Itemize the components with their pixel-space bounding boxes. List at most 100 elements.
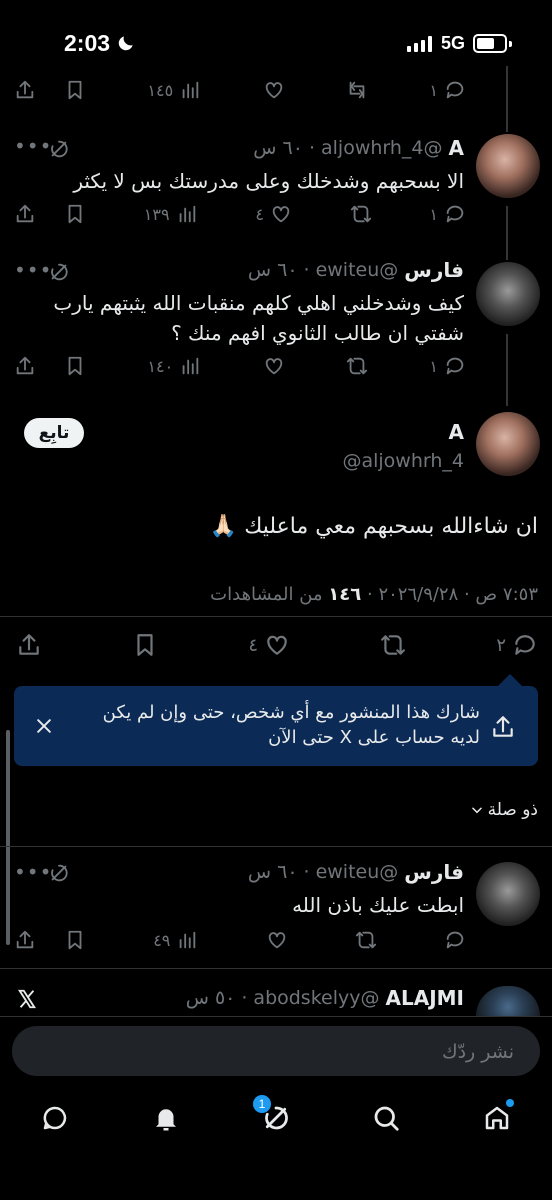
tweet-time[interactable]: ٦٠ س [248, 259, 298, 281]
views-button[interactable]: ١٤٥ [147, 79, 201, 101]
views-icon [179, 205, 195, 223]
views-count: ١٣٩ [143, 204, 170, 224]
reply-input[interactable] [52, 1026, 516, 1078]
reply-sort-dropdown[interactable]: ذو صلة [470, 800, 538, 820]
reply-count: ١ [429, 80, 438, 100]
avatar[interactable] [476, 412, 540, 476]
views-button[interactable]: ١٤٠ [147, 355, 201, 377]
author-handle[interactable]: @ewiteu [316, 259, 399, 281]
toast-text: شارك هذا المنشور مع أي شخص، حتى وإن لم ي… [102, 702, 480, 748]
bookmark-button[interactable] [132, 632, 158, 658]
retweet-button[interactable] [346, 355, 368, 377]
reply-button[interactable]: ٢ [496, 632, 538, 658]
share-icon[interactable] [14, 79, 36, 101]
more-options-icon[interactable]: ••• [14, 258, 52, 282]
post-meta: ٧:٥٣ ص · ٢٠٢٦/٩/٢٨ · ١٤٦ من المشاهدات [210, 584, 538, 605]
more-options-icon[interactable]: ••• [14, 860, 52, 884]
retweet-button[interactable] [350, 203, 372, 225]
share-icon[interactable] [14, 929, 36, 951]
avatar[interactable] [476, 862, 540, 926]
tweet-text: الا بسحبهم وشدخلك وعلى مدرستك بس لا يكثر [73, 169, 464, 193]
bookmark-icon[interactable] [64, 79, 86, 101]
tweet-time[interactable]: ٦٠ س [248, 861, 298, 883]
post-actions: ٢ ٤ [16, 628, 538, 662]
author-name[interactable]: A [449, 420, 464, 444]
reply-count: ١ [429, 356, 438, 376]
like-button[interactable]: ٤ [248, 632, 290, 658]
retweet-icon [349, 81, 365, 99]
views-icon [182, 357, 199, 375]
avatar[interactable] [476, 262, 540, 326]
views-button[interactable]: ٤٩ [153, 929, 198, 951]
tweet-time[interactable]: ٦٠ س [253, 137, 303, 159]
reply-actions: ٤٩ [14, 926, 466, 954]
views-button[interactable]: ١٣٩ [144, 203, 198, 225]
bookmark-icon[interactable] [64, 355, 86, 377]
status-icons: 5G [406, 33, 512, 54]
reply-icon [515, 635, 535, 655]
divider [0, 1016, 552, 1017]
author-name[interactable]: فارس [404, 860, 464, 884]
scrollbar[interactable] [6, 730, 10, 945]
avatar[interactable] [476, 134, 540, 198]
avatar[interactable] [476, 986, 540, 1016]
reply-icon [446, 931, 464, 949]
like-button[interactable] [266, 929, 288, 951]
tab-messages[interactable] [40, 1103, 70, 1137]
x-logo-icon [17, 989, 37, 1009]
bookmark-icon[interactable] [64, 203, 86, 225]
views-count: ١٤٦ [328, 584, 362, 605]
battery-icon [473, 34, 507, 53]
reply-count: ٢ [496, 634, 506, 656]
reply-text: ابطت عليك باذن الله [292, 893, 464, 917]
author-handle[interactable]: @aljowhrh_4 [342, 450, 464, 472]
tweet-time[interactable]: ٥٠ س [186, 987, 236, 1009]
author-name[interactable]: ALAJMI [386, 986, 465, 1010]
heart-icon [265, 358, 282, 375]
clock-text: 2:03 [64, 30, 111, 56]
more-options-icon[interactable]: ••• [14, 134, 52, 158]
reply-icon [446, 357, 464, 375]
bookmark-icon[interactable] [64, 929, 86, 951]
tweet-actions: ١ ١٤٠ [14, 352, 466, 380]
reply-button[interactable]: ١ [429, 355, 466, 377]
like-button[interactable]: ٤ [255, 203, 292, 225]
author-name[interactable]: فارس [404, 258, 464, 282]
follow-button[interactable]: تابِع [24, 418, 84, 448]
grok-badge: 1 [252, 1095, 271, 1113]
signal-icon [406, 35, 432, 52]
share-icon[interactable] [14, 355, 36, 377]
reply-button[interactable] [444, 929, 466, 951]
reply-header: فارس @ewiteu · ٦٠ س [247, 860, 464, 884]
reply-button[interactable]: ١ [429, 79, 466, 101]
share-toast[interactable]: شارك هذا المنشور مع أي شخص، حتى وإن لم ي… [14, 674, 538, 766]
share-button[interactable] [16, 632, 42, 658]
author-handle[interactable]: @aljowhrh_4 [321, 137, 443, 159]
author-name[interactable]: A [449, 136, 464, 160]
like-button[interactable] [263, 355, 285, 377]
retweet-button[interactable] [355, 929, 377, 951]
views-icon [180, 931, 196, 949]
tab-home[interactable] [482, 1099, 514, 1137]
bell-icon [155, 1109, 176, 1131]
share-icon [19, 634, 39, 655]
reply-composer[interactable] [12, 1026, 540, 1078]
share-icon[interactable] [14, 203, 36, 225]
tab-search[interactable] [371, 1103, 401, 1137]
like-button[interactable] [263, 79, 285, 101]
tweet-text: كيف وشدخلني اهلي كلهم منقبات الله يثبتهم… [53, 291, 464, 345]
tweet-actions: ١ ٤ ١٣٩ [14, 200, 466, 228]
retweet-button[interactable] [380, 632, 406, 658]
tweet-actions-partial: ١ ١٤٥ [14, 76, 466, 104]
like-count: ٤ [248, 634, 259, 656]
close-icon[interactable] [34, 716, 54, 736]
retweet-icon [381, 635, 406, 655]
tab-notifications[interactable] [151, 1103, 181, 1137]
divider [0, 968, 552, 969]
tab-grok[interactable]: 1 [252, 1095, 291, 1137]
bookmark-share-group [14, 79, 86, 101]
author-handle[interactable]: @abodskelyy [253, 987, 379, 1009]
reply-button[interactable]: ١ [429, 203, 466, 225]
retweet-button[interactable] [346, 79, 368, 101]
author-handle[interactable]: @ewiteu [316, 861, 399, 883]
